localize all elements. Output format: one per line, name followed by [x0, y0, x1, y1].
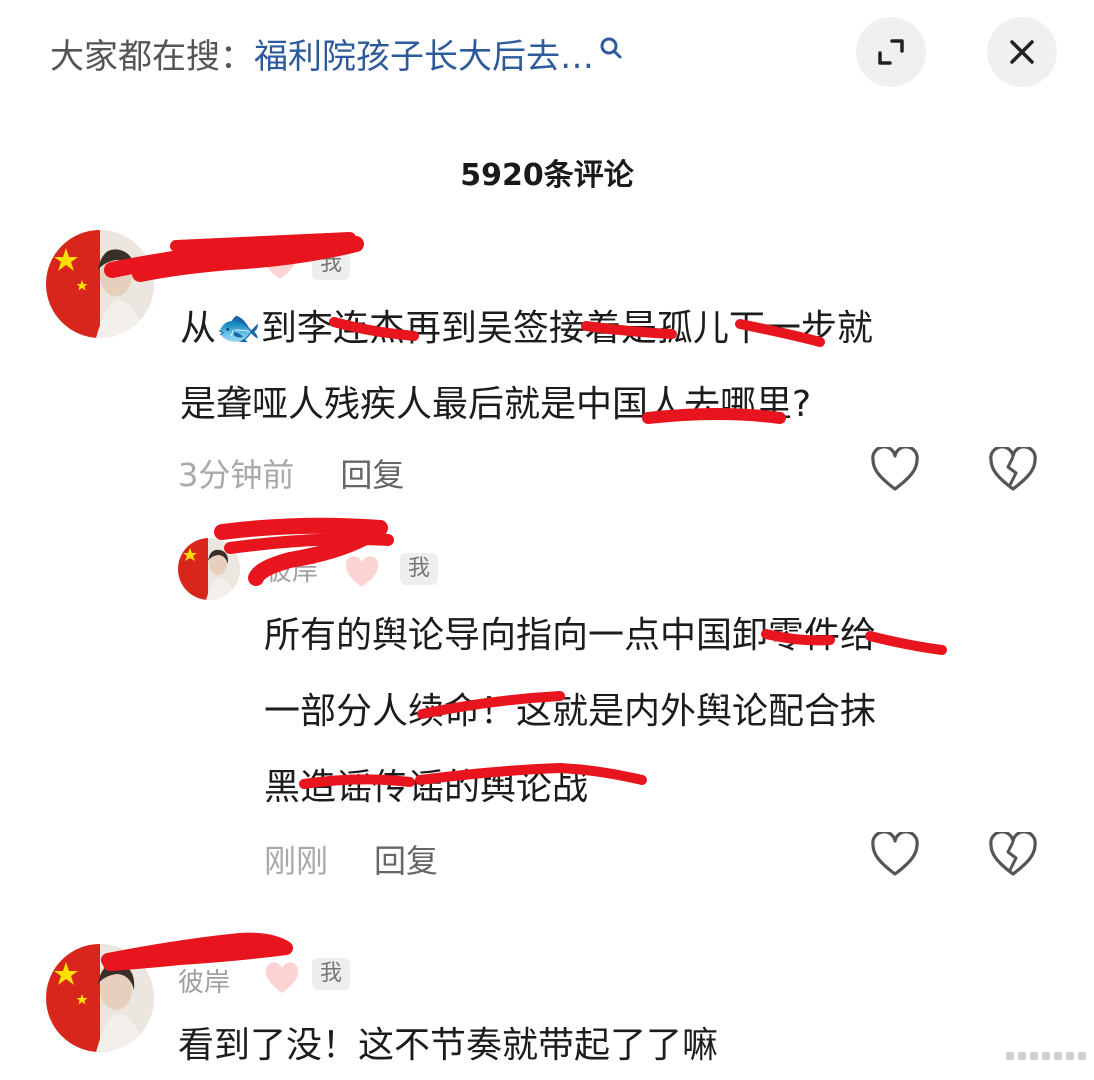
reply-button[interactable]: 回复 — [340, 456, 404, 494]
dislike-broken-heart-icon[interactable] — [988, 830, 1038, 878]
search-suggestion[interactable]: 大家都在搜： 福利院孩子长大后去… — [50, 26, 624, 80]
comment-meta: 3分钟前 回复 — [178, 450, 404, 496]
username[interactable]: 彼岸 — [266, 551, 318, 588]
comment-text: 看到了没！这不节奏就带起了了嘛 — [178, 1008, 718, 1080]
like-heart-icon[interactable] — [870, 830, 920, 878]
close-icon — [1010, 40, 1034, 64]
watermark — [1006, 1046, 1086, 1066]
comment-count-title: 5920条评论 — [460, 158, 634, 193]
dislike-broken-heart-icon[interactable] — [988, 445, 1038, 493]
me-badge: 我 — [400, 553, 439, 585]
comment-line: 黑造谣传谣的舆论战 — [264, 767, 589, 808]
comment-line: 所有的舆论导向指向一点中国卸零件给 — [264, 615, 877, 656]
timestamp: 刚刚 — [264, 842, 329, 880]
me-badge: 我 — [312, 958, 351, 990]
heart-icon — [262, 248, 298, 282]
comment-line: 从🐟到李连杰再到吴签接着是孤儿下一步就 — [180, 308, 873, 349]
comment-line: 是聋哑人残疾人最后就是中国人去哪里? — [180, 384, 812, 425]
comment-line: 看到了没！这不节奏就带起了了嘛 — [178, 1025, 719, 1066]
expand-icon — [878, 39, 904, 65]
expand-button[interactable] — [856, 17, 926, 87]
close-button[interactable] — [987, 17, 1057, 87]
search-icon[interactable] — [598, 30, 624, 59]
timestamp: 3分钟前 — [178, 456, 295, 494]
comment-text: 从🐟到李连杰再到吴签接着是孤儿下一步就 是聋哑人残疾人最后就是中国人去哪里? — [180, 291, 873, 443]
comment-panel: 大家都在搜： 福利院孩子长大后去… 5920条评论 我 从🐟到李连杰再到吴签接着… — [0, 0, 1094, 1080]
me-badge: 我 — [312, 248, 351, 280]
reply-button[interactable]: 回复 — [374, 842, 438, 880]
comment-text: 所有的舆论导向指向一点中国卸零件给 一部分人续命！这就是内外舆论配合抹 黑造谣传… — [264, 598, 876, 826]
heart-icon — [264, 962, 300, 996]
avatar[interactable] — [178, 538, 240, 600]
like-heart-icon[interactable] — [870, 445, 920, 493]
username[interactable]: 彼岸 — [178, 962, 230, 999]
comment-meta: 刚刚 回复 — [264, 836, 438, 882]
comment-line: 一部分人续命！这就是内外舆论配合抹 — [264, 691, 877, 732]
avatar[interactable] — [46, 944, 154, 1052]
avatar[interactable] — [46, 230, 154, 338]
search-query-link[interactable]: 福利院孩子长大后去… — [254, 29, 594, 78]
heart-icon — [344, 556, 380, 590]
search-prefix: 大家都在搜： — [50, 36, 254, 77]
